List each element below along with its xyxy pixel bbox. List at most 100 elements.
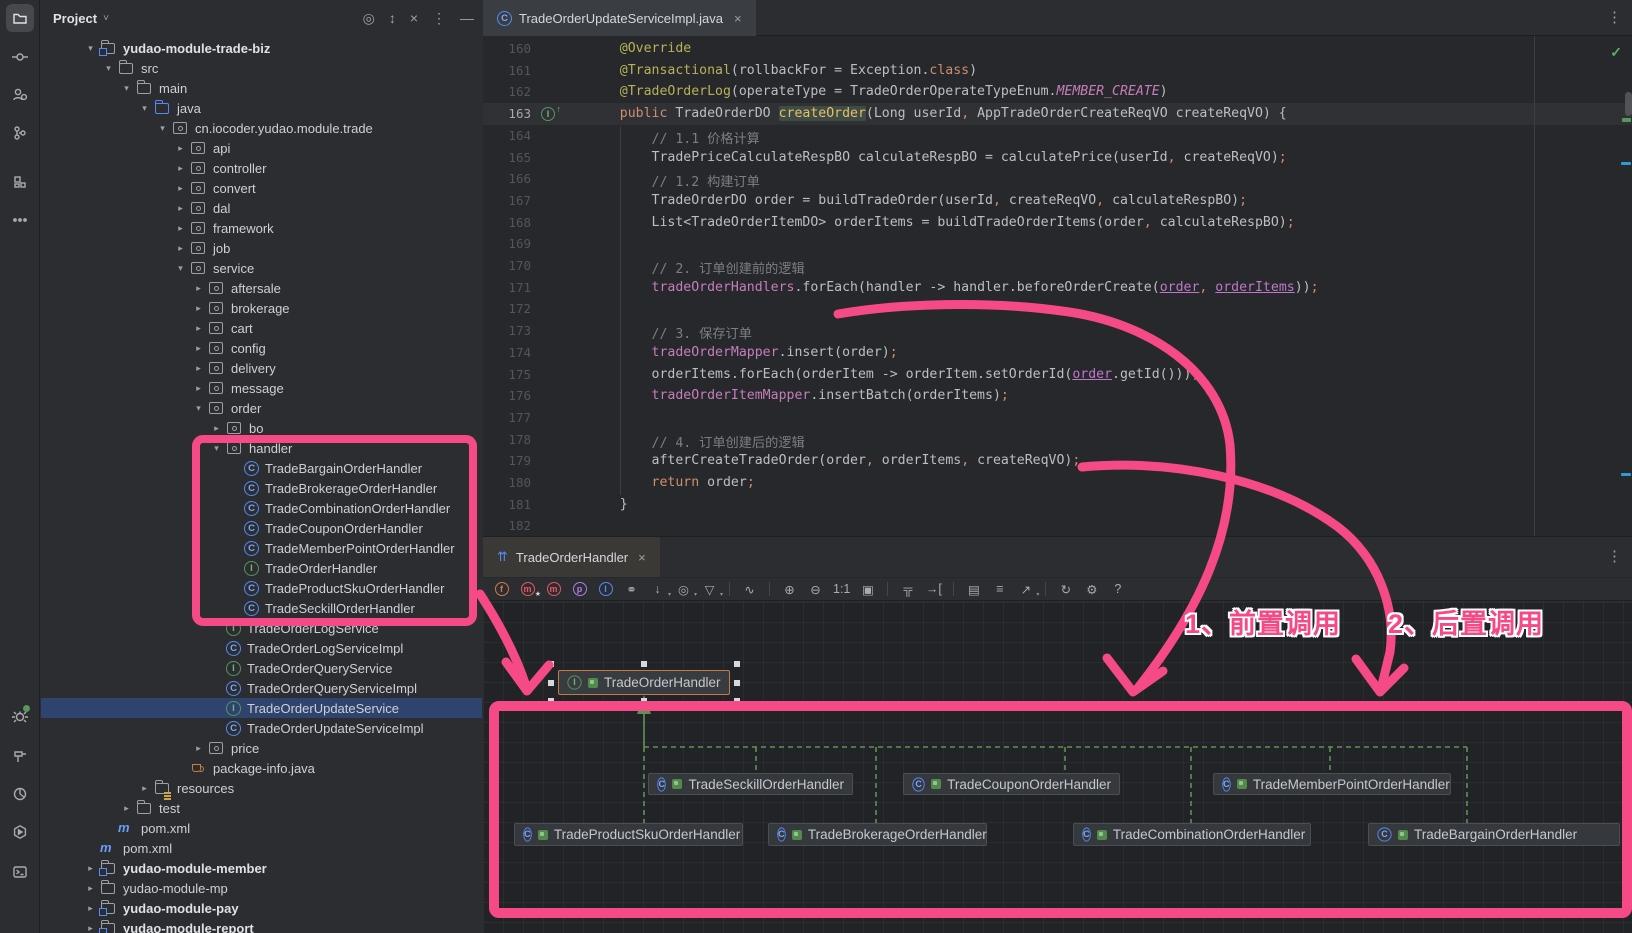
chevron-right-icon[interactable]: ▸ <box>117 803 136 814</box>
refresh-icon[interactable]: ↻ <box>1057 581 1074 598</box>
pull-requests-icon[interactable] <box>6 81 34 109</box>
tree-item-yudao-module-member[interactable]: ▸yudao-module-member <box>41 858 482 878</box>
tree-item-tradeorderlogserviceimpl[interactable]: CTradeOrderLogServiceImpl <box>41 638 482 658</box>
chevron-right-icon[interactable]: ▸ <box>171 203 190 214</box>
stripe-mark-green[interactable] <box>1622 118 1631 122</box>
tree-item-yudao-module-trade-biz[interactable]: ▾yudao-module-trade-biz <box>41 38 482 58</box>
export-icon[interactable]: ↗▾ <box>1017 581 1034 598</box>
selection-handle[interactable] <box>734 698 740 704</box>
tree-item-handler[interactable]: ▾handler <box>41 438 482 458</box>
tree-item-message[interactable]: ▸message <box>41 378 482 398</box>
selection-handle[interactable] <box>548 698 554 704</box>
diagram-node-tradebrokerageorderhandler[interactable]: CTradeBrokerageOrderHandler <box>768 823 987 846</box>
code-line-164[interactable]: 164 // 1.1 价格计算 <box>483 126 1632 148</box>
tree-item-dal[interactable]: ▸dal <box>41 198 482 218</box>
diagram-node-tradeproductskuorderhandler[interactable]: CTradeProductSkuOrderHandler <box>514 823 743 846</box>
chevron-right-icon[interactable]: ▸ <box>81 863 100 874</box>
chevron-right-icon[interactable]: ▸ <box>189 323 208 334</box>
selection-handle[interactable] <box>641 698 647 704</box>
actual-size-label[interactable]: 1:1 <box>833 581 850 598</box>
zoom-out-icon[interactable]: ⊖ <box>807 581 824 598</box>
show-details-icon[interactable]: ≡ <box>991 581 1008 598</box>
show-inner-classes-icon[interactable]: I <box>597 581 614 598</box>
tree-item-java[interactable]: ▾java <box>41 98 482 118</box>
tree-item-yudao-module-mp[interactable]: ▸yudao-module-mp <box>41 878 482 898</box>
selection-handle[interactable] <box>734 661 740 667</box>
tree-item-tradeorderlogservice[interactable]: ITradeOrderLogService <box>41 618 482 638</box>
editor-kebab-icon[interactable]: ⋮ <box>1607 8 1622 26</box>
chevron-down-icon[interactable]: ▾ <box>189 403 208 414</box>
code-line-168[interactable]: 168 List<TradeOrderItemDO> orderItems = … <box>483 213 1632 235</box>
project-panel-title[interactable]: Project <box>53 11 97 26</box>
chevron-down-icon[interactable]: ▾ <box>99 63 118 74</box>
tree-item-tradeproductskuorderhandler[interactable]: CTradeProductSkuOrderHandler <box>41 578 482 598</box>
tree-item-tradeorderupdateservice[interactable]: ITradeOrderUpdateService <box>41 698 482 718</box>
code-line-165[interactable]: 165 TradePriceCalculateRespBO calculateR… <box>483 148 1632 170</box>
tree-item-tradeorderqueryserviceimpl[interactable]: CTradeOrderQueryServiceImpl <box>41 678 482 698</box>
code-line-173[interactable]: 173 // 3. 保存订单 <box>483 321 1632 343</box>
tree-item-package-info-java[interactable]: package-info.java <box>41 758 482 778</box>
editor-scrollbar-thumb[interactable] <box>1625 92 1632 116</box>
chevron-down-icon[interactable]: ▾ <box>135 103 154 114</box>
panel-kebab-icon[interactable]: ⋮ <box>1607 547 1622 565</box>
tree-item-pom-xml[interactable]: mpom.xml <box>41 838 482 858</box>
code-line-169[interactable]: 169 <box>483 234 1632 256</box>
chevron-right-icon[interactable]: ▸ <box>171 243 190 254</box>
code-line-178[interactable]: 178 // 4. 订单创建后的逻辑 <box>483 430 1632 452</box>
tree-item-tradebrokerageorderhandler[interactable]: CTradeBrokerageOrderHandler <box>41 478 482 498</box>
chevron-right-icon[interactable]: ▸ <box>171 163 190 174</box>
code-line-177[interactable]: 177 <box>483 408 1632 430</box>
tree-item-bo[interactable]: ▸bo <box>41 418 482 438</box>
chevron-right-icon[interactable]: ▸ <box>81 923 100 933</box>
close-icon[interactable]: × <box>734 11 742 26</box>
route-edges-icon[interactable]: →[ <box>925 581 942 598</box>
tree-item-api[interactable]: ▸api <box>41 138 482 158</box>
chevron-right-icon[interactable]: ▸ <box>189 363 208 374</box>
code-line-175[interactable]: 175 orderItems.forEach(orderItem -> orde… <box>483 365 1632 387</box>
tree-item-yudao-module-pay[interactable]: ▸yudao-module-pay <box>41 898 482 918</box>
tree-item-src[interactable]: ▾src <box>41 58 482 78</box>
code-line-163[interactable]: 163I public TradeOrderDO createOrder(Lon… <box>483 104 1632 126</box>
tree-item-tradeorderupdateserviceimpl[interactable]: CTradeOrderUpdateServiceImpl <box>41 718 482 738</box>
selection-handle[interactable] <box>734 680 740 686</box>
copy-diagram-icon[interactable]: ▤ <box>965 581 982 598</box>
tree-item-resources[interactable]: ▸resources <box>41 778 482 798</box>
more-icon[interactable]: ⋮ <box>432 10 446 27</box>
tree-item-delivery[interactable]: ▸delivery <box>41 358 482 378</box>
tree-item-main[interactable]: ▾main <box>41 78 482 98</box>
commit-icon[interactable] <box>6 43 34 71</box>
code-line-171[interactable]: 171 tradeOrderHandlers.forEach(handler -… <box>483 278 1632 300</box>
chevron-right-icon[interactable]: ▸ <box>189 283 208 294</box>
branches-icon[interactable] <box>6 119 34 147</box>
code-line-174[interactable]: 174 tradeOrderMapper.insert(order); <box>483 343 1632 365</box>
code-line-160[interactable]: 160 @Override <box>483 39 1632 61</box>
dependencies-icon[interactable]: ⚭ <box>623 581 640 598</box>
tree-item-config[interactable]: ▸config <box>41 338 482 358</box>
code-line-176[interactable]: 176 tradeOrderItemMapper.insertBatch(ord… <box>483 386 1632 408</box>
chevron-down-icon[interactable]: ▾ <box>171 263 190 274</box>
tree-item-tradeorderqueryservice[interactable]: ITradeOrderQueryService <box>41 658 482 678</box>
filter-icon[interactable]: ▽▾ <box>701 581 718 598</box>
chevron-down-icon[interactable]: ▾ <box>207 443 226 454</box>
tree-item-framework[interactable]: ▸framework <box>41 218 482 238</box>
services-icon[interactable] <box>6 818 34 846</box>
tree-item-test[interactable]: ▸test <box>41 798 482 818</box>
code-line-162[interactable]: 162 @TradeOrderLog(operateType = TradeOr… <box>483 82 1632 104</box>
selection-handle[interactable] <box>548 661 554 667</box>
chevron-right-icon[interactable]: ▸ <box>189 383 208 394</box>
expand-icon[interactable]: ↕ <box>389 10 396 26</box>
show-methods-icon[interactable]: m <box>545 581 562 598</box>
tree-item-aftersale[interactable]: ▸aftersale <box>41 278 482 298</box>
code-line-161[interactable]: 161 @Transactional(rollbackFor = Excepti… <box>483 61 1632 83</box>
diagram-node-tradememberpointorderhandler[interactable]: CTradeMemberPointOrderHandler <box>1213 773 1451 795</box>
edge-mode-icon[interactable]: ∿ <box>741 581 758 598</box>
diagram-tab-active[interactable]: ⇈ TradeOrderHandler × <box>483 537 660 577</box>
chevron-down-icon[interactable]: ▾ <box>81 43 100 54</box>
implements-gutter-icon[interactable]: I <box>541 107 555 121</box>
settings-icon[interactable]: ⚙ <box>1083 581 1100 598</box>
chevron-right-icon[interactable]: ▸ <box>171 223 190 234</box>
show-fields-icon[interactable]: f <box>493 581 510 598</box>
code-line-182[interactable]: 182 <box>483 516 1632 536</box>
selection-handle[interactable] <box>641 661 647 667</box>
show-constructors-icon[interactable]: m★ <box>519 581 536 598</box>
